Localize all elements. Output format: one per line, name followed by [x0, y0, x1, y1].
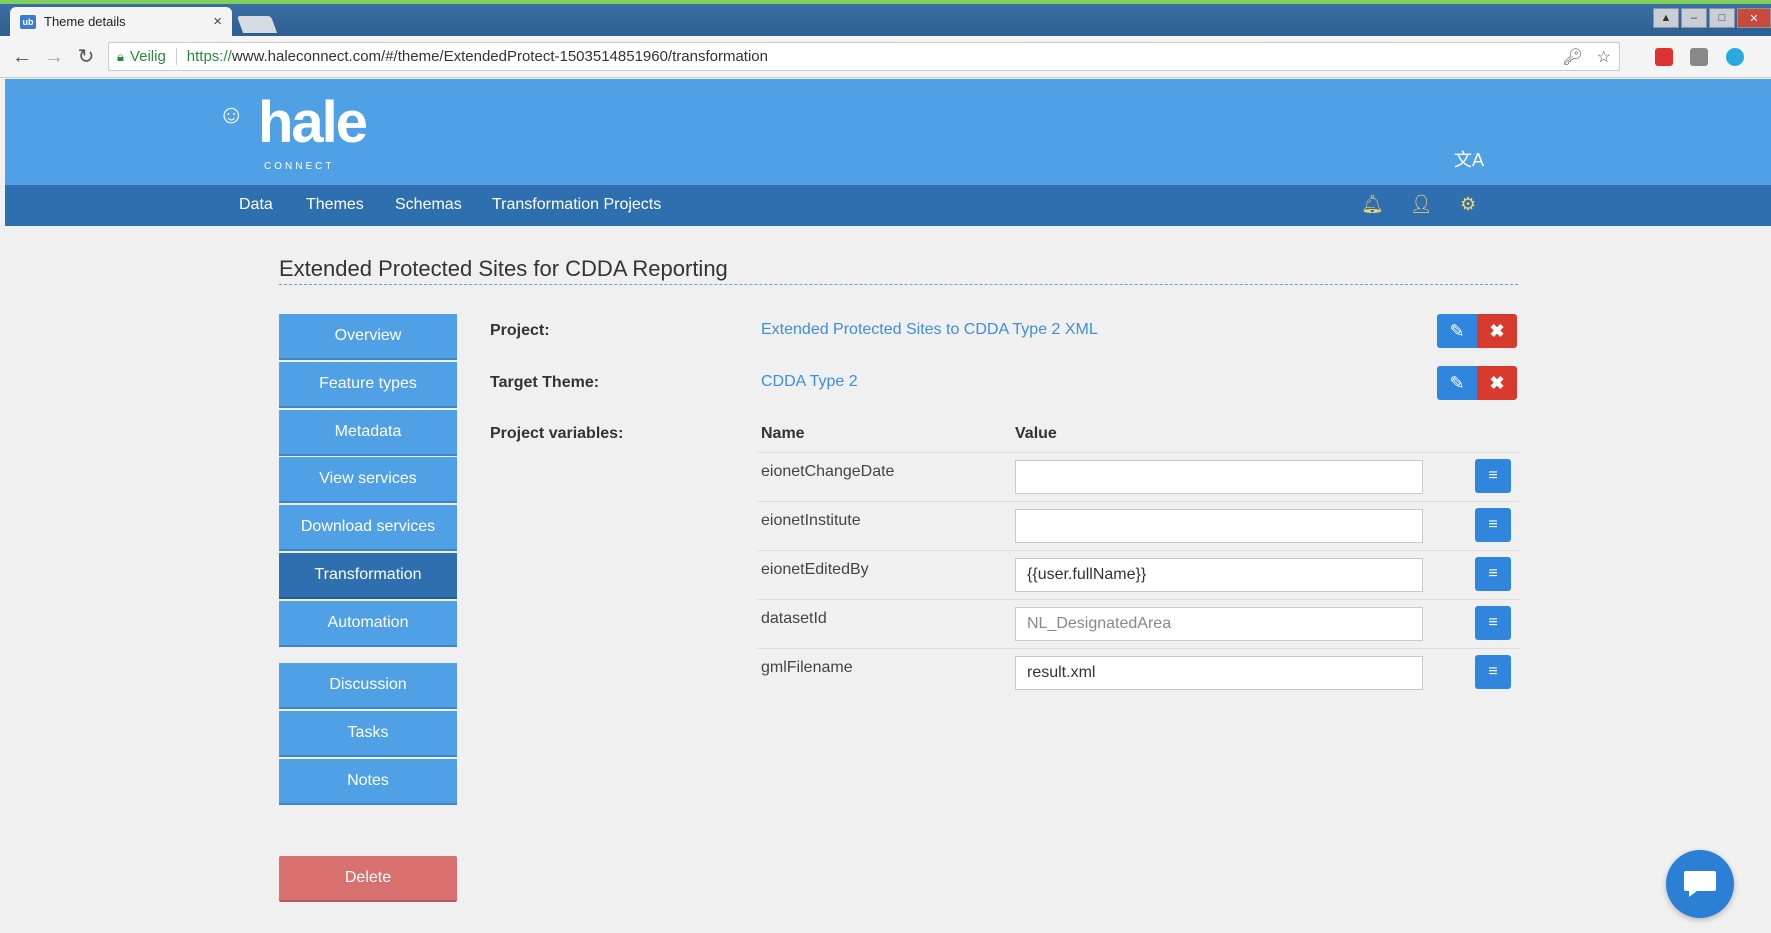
- variable-options-button[interactable]: ≡: [1475, 606, 1511, 640]
- url-text: https://www.haleconnect.com/#/theme/Exte…: [187, 48, 768, 65]
- chat-bubble-icon: [1684, 871, 1716, 897]
- variable-options-button[interactable]: ≡: [1475, 459, 1511, 493]
- column-header-value: Value: [1015, 425, 1057, 442]
- forward-arrow-icon[interactable]: →: [42, 46, 66, 68]
- close-icon: ✖: [1489, 320, 1505, 341]
- page-title: Extended Protected Sites for CDDA Report…: [279, 256, 728, 281]
- sidebar-item-feature-types[interactable]: Feature types: [279, 362, 457, 408]
- edit-project-button[interactable]: ✎: [1437, 314, 1477, 348]
- menu-icon: ≡: [1488, 663, 1498, 680]
- user-profile-icon[interactable]: ▲: [1653, 8, 1679, 28]
- remove-target-theme-button[interactable]: ✖: [1477, 366, 1517, 400]
- sidebar-item-download-services[interactable]: Download services: [279, 505, 457, 551]
- new-tab-button[interactable]: [236, 16, 278, 33]
- menu-icon: ≡: [1488, 467, 1498, 484]
- pencil-icon: ✎: [1449, 372, 1465, 393]
- window-close-icon[interactable]: ✕: [1737, 8, 1771, 28]
- variable-options-button[interactable]: ≡: [1475, 655, 1511, 689]
- gear-icon[interactable]: ⚙︎: [1460, 194, 1476, 215]
- logo-people-icon: ☺: [218, 99, 245, 129]
- maximize-icon[interactable]: □: [1709, 8, 1735, 28]
- variable-value-input[interactable]: [1015, 509, 1423, 543]
- edit-target-theme-button[interactable]: ✎: [1437, 366, 1477, 400]
- column-header-name: Name: [761, 425, 805, 442]
- variable-name: gmlFilename: [761, 659, 853, 676]
- variable-value-input[interactable]: [1015, 607, 1423, 641]
- favicon-icon: ub: [20, 14, 36, 29]
- back-arrow-icon[interactable]: ←: [10, 46, 34, 68]
- remove-project-button[interactable]: ✖: [1477, 314, 1517, 348]
- extension-icon-3[interactable]: [1726, 48, 1744, 66]
- minimize-icon[interactable]: –: [1681, 8, 1707, 28]
- pencil-icon: ✎: [1449, 320, 1465, 341]
- window-controls: ▲ – □ ✕: [1653, 8, 1771, 28]
- variable-value-input[interactable]: [1015, 460, 1423, 494]
- url-bar-icons: 🔑︎ ☆: [1562, 47, 1619, 67]
- url-scheme: https://: [186, 48, 232, 65]
- target-theme-label: Target Theme:: [490, 374, 600, 391]
- logo-word: hale: [258, 90, 368, 155]
- nav-themes[interactable]: Themes: [306, 196, 364, 214]
- variable-value-input[interactable]: [1015, 558, 1423, 592]
- bookmark-star-icon[interactable]: ☆: [1597, 47, 1611, 67]
- variable-options-button[interactable]: ≡: [1475, 557, 1511, 591]
- close-icon: ✖: [1489, 372, 1505, 393]
- url-path: www.haleconnect.com/#/theme/ExtendedProt…: [231, 48, 768, 65]
- variable-name: datasetId: [761, 610, 827, 627]
- language-icon[interactable]: 文A: [1454, 146, 1484, 172]
- variable-row: gmlFilename ≡: [757, 648, 1519, 697]
- nav-schemas[interactable]: Schemas: [395, 196, 462, 214]
- variable-name: eionetEditedBy: [761, 561, 869, 578]
- main-nav: Data Themes Schemas Transformation Proje…: [5, 185, 1771, 226]
- key-icon[interactable]: 🔑︎: [1562, 47, 1582, 67]
- variable-row: eionetEditedBy ≡: [757, 550, 1519, 599]
- tab-close-icon[interactable]: ×: [213, 13, 222, 30]
- delete-button[interactable]: Delete: [279, 856, 457, 902]
- sidebar-item-notes[interactable]: Notes: [279, 759, 457, 805]
- menu-icon: ≡: [1488, 516, 1498, 533]
- user-icon[interactable]: 👤︎: [1410, 194, 1433, 215]
- sidebar-item-view-services[interactable]: View services: [279, 457, 457, 503]
- logo-subtext: CONNECT: [264, 161, 335, 172]
- variable-row: eionetChangeDate ≡: [757, 452, 1519, 501]
- variable-row: eionetInstitute ≡: [757, 501, 1519, 550]
- variable-value-input[interactable]: [1015, 656, 1423, 690]
- variable-name: eionetInstitute: [761, 512, 861, 529]
- sidebar-item-metadata[interactable]: Metadata: [279, 410, 457, 456]
- target-theme-link[interactable]: CDDA Type 2: [761, 373, 858, 391]
- sidebar-item-discussion[interactable]: Discussion: [279, 663, 457, 709]
- secure-label: Veilig: [130, 48, 177, 65]
- menu-icon: ≡: [1488, 614, 1498, 631]
- extension-icon-1[interactable]: [1655, 48, 1673, 66]
- project-label: Project:: [490, 322, 550, 339]
- variable-name: eionetChangeDate: [761, 463, 895, 480]
- url-bar[interactable]: 🔒︎ Veilig https://www.haleconnect.com/#/…: [108, 42, 1620, 71]
- project-variables-label: Project variables:: [490, 425, 624, 442]
- project-link[interactable]: Extended Protected Sites to CDDA Type 2 …: [761, 321, 1098, 339]
- sidebar-item-automation[interactable]: Automation: [279, 601, 457, 647]
- reload-icon[interactable]: ↻: [74, 46, 98, 68]
- menu-icon: ≡: [1488, 565, 1498, 582]
- title-divider: [279, 284, 1518, 285]
- lock-icon: 🔒︎: [117, 48, 124, 64]
- tab-title: Theme details: [44, 14, 126, 29]
- chat-button[interactable]: [1666, 850, 1734, 918]
- sidebar-item-overview[interactable]: Overview: [279, 314, 457, 360]
- browser-addressbar: ← → ↻ 🔒︎ Veilig https://www.haleconnect.…: [0, 36, 1771, 78]
- extension-icon-2[interactable]: [1690, 48, 1708, 66]
- sidebar-item-transformation[interactable]: Transformation: [279, 553, 457, 599]
- variable-row: datasetId ≡: [757, 599, 1519, 648]
- browser-tab[interactable]: ub Theme details ×: [10, 7, 232, 36]
- sidebar-item-tasks[interactable]: Tasks: [279, 711, 457, 757]
- bell-icon[interactable]: 🔔︎: [1361, 194, 1384, 215]
- nav-data[interactable]: Data: [239, 196, 273, 214]
- variable-options-button[interactable]: ≡: [1475, 508, 1511, 542]
- nav-transformation-projects[interactable]: Transformation Projects: [492, 196, 661, 214]
- browser-tabbar: ub Theme details × ▲ – □ ✕: [0, 4, 1771, 36]
